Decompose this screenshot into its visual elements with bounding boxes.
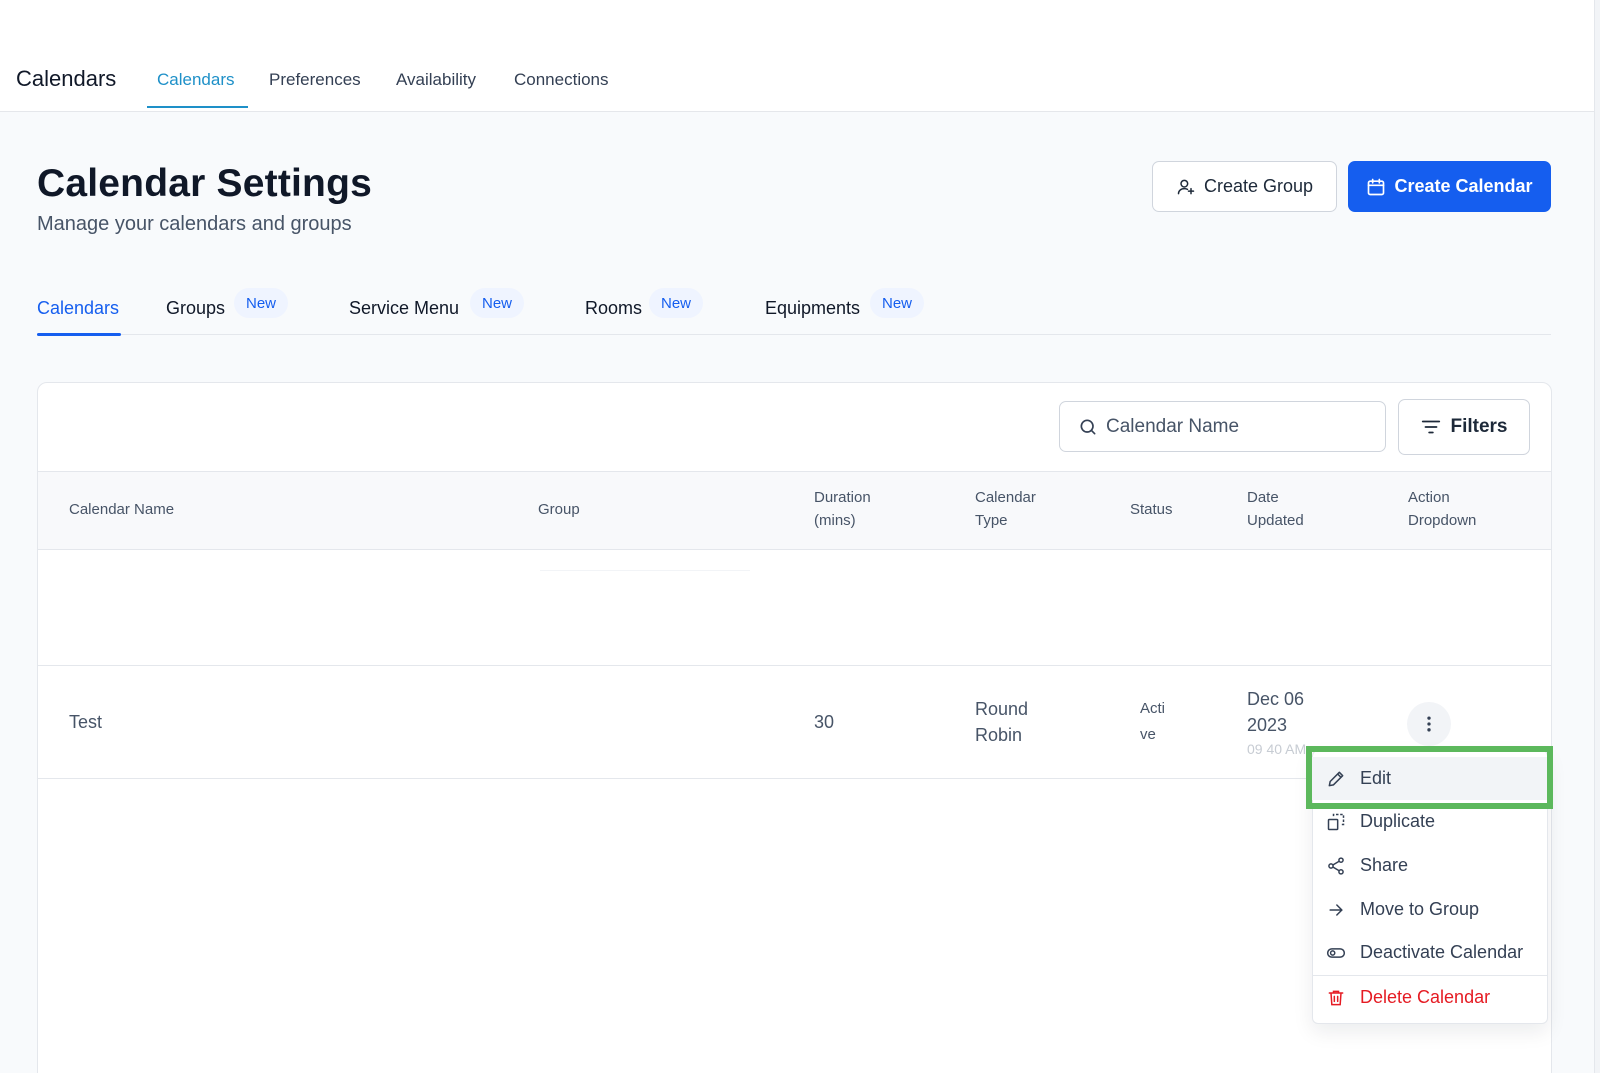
arrow-right-icon (1329, 903, 1343, 916)
add-user-icon (1177, 179, 1195, 194)
create-group-label: Create Group (1203, 176, 1314, 196)
menu-item-delete-calendar[interactable]: Delete Calendar (1312, 976, 1548, 1019)
sub-tabs-divider (37, 334, 1551, 335)
row-calendar-name[interactable]: Test (69, 709, 102, 735)
calendar-icon (1368, 178, 1385, 195)
tab-active-indicator (37, 333, 121, 336)
new-badge-rooms: New (649, 288, 704, 318)
column-header-calendar-name[interactable]: Calendar Name (69, 498, 174, 521)
top-tab-calendars[interactable]: Calendars (157, 70, 235, 90)
new-badge-equipments: New (870, 288, 925, 318)
column-header-group[interactable]: Group (538, 498, 580, 521)
duplicate-icon (1327, 813, 1345, 830)
action-dropdown-button[interactable] (1407, 702, 1451, 746)
scrollbar-track[interactable] (1594, 0, 1600, 1073)
top-tab-connections[interactable]: Connections (514, 70, 609, 90)
top-tab-preferences[interactable]: Preferences (269, 70, 361, 90)
column-header-date-updated[interactable]: Date Updated (1247, 486, 1304, 532)
menu-item-label: Delete Calendar (1360, 987, 1491, 1007)
menu-item-label: Duplicate (1360, 811, 1436, 831)
row-status: Acti ve (1140, 700, 1166, 743)
divider (540, 570, 750, 571)
app-title: Calendars (16, 66, 117, 91)
menu-item-label: Edit (1360, 768, 1392, 788)
tab-equipments[interactable]: Equipments (765, 298, 860, 319)
filters-label: Filters (1450, 416, 1508, 437)
column-header-status[interactable]: Status (1130, 498, 1173, 521)
share-icon (1328, 856, 1344, 875)
search-icon (1080, 419, 1096, 434)
row-duration: 30 (814, 712, 835, 732)
menu-item-deactivate-calendar[interactable]: Deactivate Calendar (1312, 931, 1548, 974)
column-header-duration[interactable]: Duration (mins) (814, 486, 871, 532)
create-group-button[interactable]: Create Group (1152, 161, 1337, 212)
top-tab-active-indicator (147, 106, 248, 108)
create-calendar-button[interactable]: Create Calendar (1348, 161, 1551, 212)
column-header-calendar-type[interactable]: Calendar Type (975, 486, 1036, 532)
menu-item-duplicate[interactable]: Duplicate (1312, 800, 1548, 843)
filters-button[interactable]: Filters (1398, 399, 1530, 455)
tab-groups[interactable]: Groups (166, 298, 225, 319)
create-calendar-label: Create Calendar (1394, 176, 1533, 196)
pencil-icon (1328, 771, 1344, 786)
tab-rooms[interactable]: Rooms (585, 298, 642, 319)
page-title: Calendar Settings (37, 162, 372, 205)
menu-item-label: Share (1360, 855, 1409, 875)
top-bar (0, 0, 1594, 112)
search-input[interactable] (1106, 415, 1356, 438)
menu-item-move-to-group[interactable]: Move to Group (1312, 888, 1548, 931)
row-date-updated: Dec 06 2023 (1247, 689, 1305, 735)
trash-icon (1328, 990, 1344, 1005)
menu-item-share[interactable]: Share (1312, 844, 1548, 887)
row-time-updated: 09 40 AM (1247, 741, 1307, 757)
more-vertical-icon (1427, 716, 1431, 732)
search-box[interactable] (1059, 401, 1386, 452)
menu-item-edit[interactable]: Edit (1312, 757, 1548, 800)
row-divider (38, 665, 1551, 666)
column-header-action-dropdown: Action Dropdown (1408, 489, 1477, 529)
new-badge-groups: New (234, 288, 289, 318)
table-header (38, 471, 1551, 550)
menu-item-label: Deactivate Calendar (1360, 942, 1524, 962)
new-badge-service-menu: New (470, 288, 525, 318)
menu-item-label: Move to Group (1360, 899, 1480, 919)
top-tab-availability[interactable]: Availability (396, 70, 476, 90)
tab-calendars[interactable]: Calendars (37, 298, 119, 319)
toggle-icon (1326, 947, 1346, 958)
page-subtitle: Manage your calendars and groups (37, 213, 352, 235)
tab-service-menu[interactable]: Service Menu (349, 298, 459, 319)
filter-icon (1422, 420, 1441, 434)
row-calendar-type: Round Robin (975, 699, 1029, 745)
